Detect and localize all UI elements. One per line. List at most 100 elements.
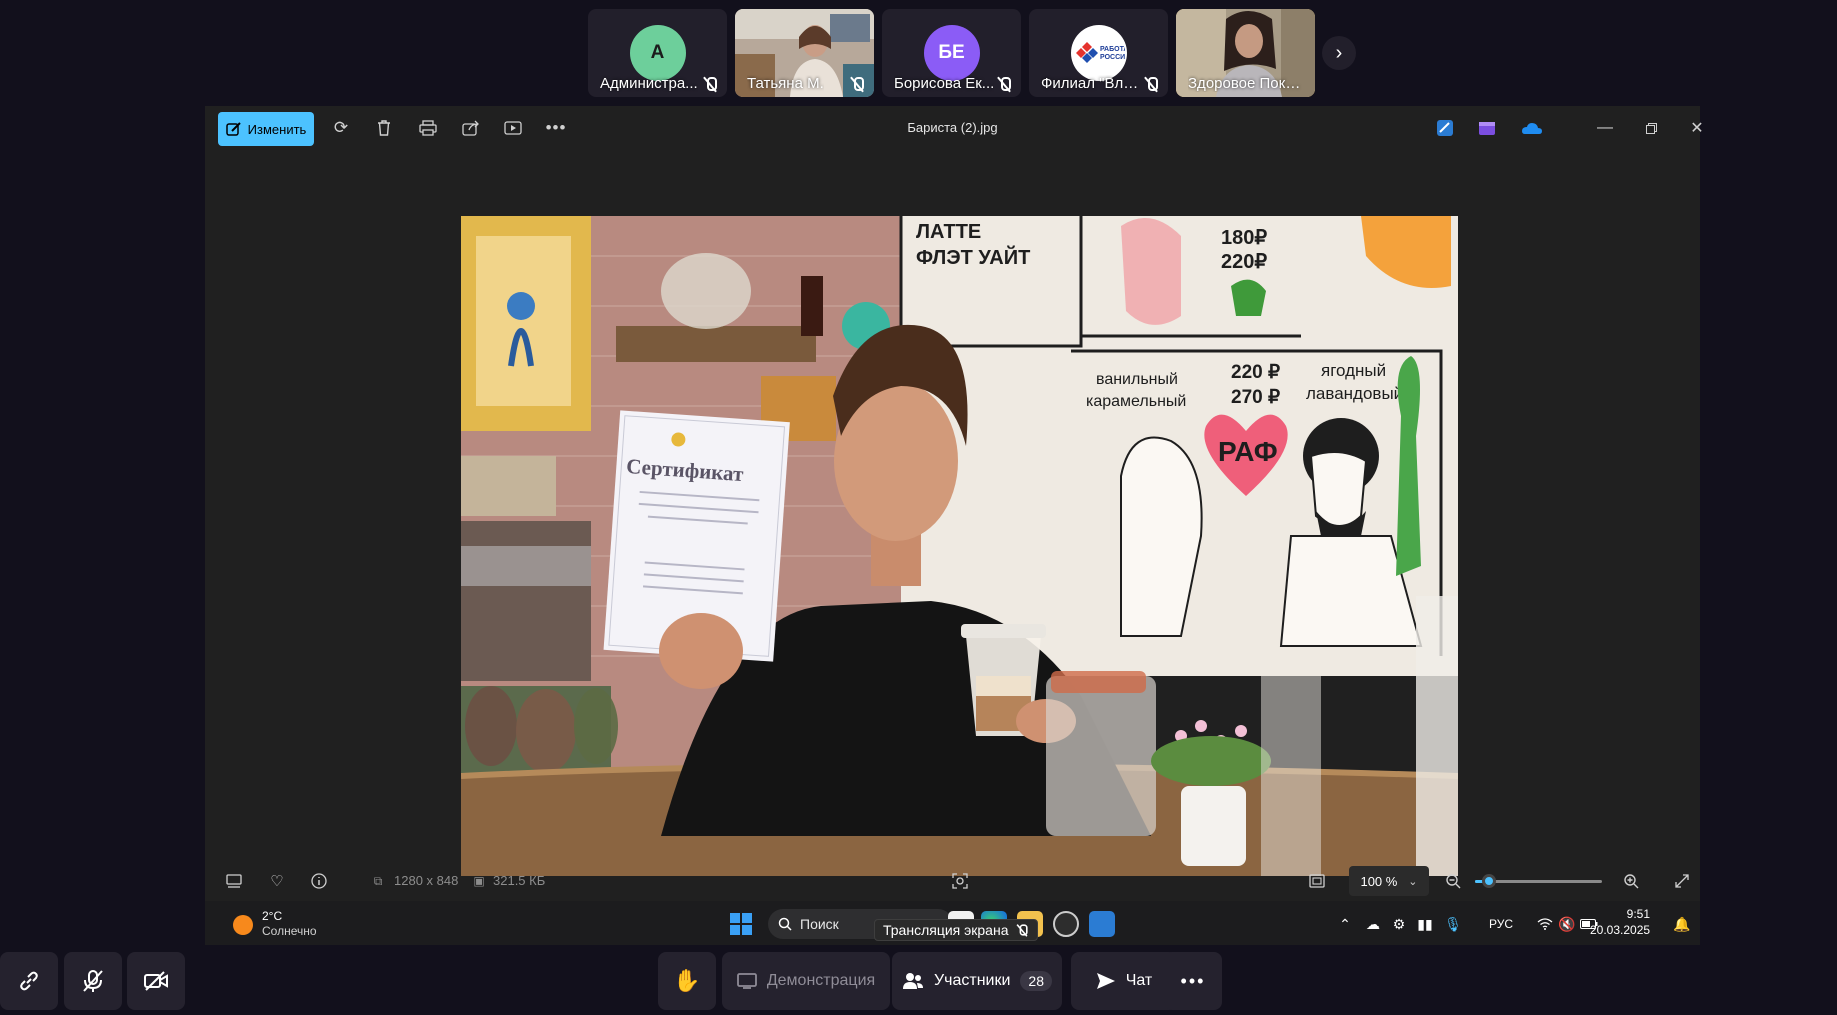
screen-share-button[interactable]: Демонстрация	[722, 952, 890, 1010]
participant-tile[interactable]: БЕ Борисова Ек...	[882, 9, 1021, 97]
windows-start-icon[interactable]	[730, 913, 752, 935]
zoom-in-icon[interactable]	[1620, 871, 1642, 891]
photos-app-icon[interactable]	[1089, 911, 1115, 937]
screen-share-label: Трансляция экрана	[883, 922, 1009, 938]
onedrive-tray-icon[interactable]: ☁	[1363, 914, 1383, 934]
microphone-icon[interactable]: 🎙	[1443, 914, 1463, 934]
svg-text:РОССИИ: РОССИИ	[1100, 54, 1125, 61]
file-size-icon: ▣	[473, 874, 485, 888]
maximize-button[interactable]	[1636, 116, 1666, 140]
microphone-toggle-button[interactable]	[64, 952, 122, 1010]
raise-hand-icon: ✋	[673, 968, 701, 993]
photos-window: Изменить ⟳ ••• Бариста (2).jpg — ✕ ЛАТТЕ…	[205, 106, 1704, 945]
input-language[interactable]: РУС	[1489, 917, 1513, 931]
zoom-out-icon[interactable]	[1442, 871, 1464, 891]
zoom-dropdown[interactable]: 100 % ⌄	[1349, 866, 1429, 896]
participant-name: Здоровое Поко...	[1188, 75, 1305, 92]
participants-icon	[902, 973, 923, 989]
zoom-value: 100 %	[1360, 873, 1398, 889]
participant-strip: А Администра... Татьяна М. БЕ Борисова Е…	[588, 9, 1315, 97]
participant-tile[interactable]: Татьяна М.	[735, 9, 874, 97]
chevron-down-icon: ⌄	[1408, 875, 1418, 888]
photo-viewport: ЛАТТЕ ФЛЭТ УАЙТ 180₽ 220₽ ванильный кара…	[205, 150, 1700, 876]
weather-sun-icon[interactable]	[233, 915, 253, 935]
search-placeholder: Поиск	[800, 916, 839, 932]
wall-text-raf: РАФ	[1218, 436, 1278, 467]
participant-name: Борисова Ек...	[894, 75, 995, 92]
participant-name: Администра...	[600, 75, 698, 92]
show-hidden-icons-icon[interactable]: ⌃	[1335, 914, 1355, 934]
clock-date[interactable]: 20.03.2025	[1590, 923, 1650, 937]
minimize-button[interactable]: —	[1590, 116, 1620, 140]
barista-photo: ЛАТТЕ ФЛЭТ УАЙТ 180₽ 220₽ ванильный кара…	[461, 216, 1458, 876]
send-icon	[1096, 973, 1115, 989]
dimensions-icon: ⧉	[373, 873, 383, 888]
zoom-slider-thumb[interactable]	[1481, 874, 1496, 888]
status-bar: ♡ ⧉ 1280 x 848 ▣ 321.5 КБ 100 % ⌄	[205, 861, 1700, 901]
obs-app-icon[interactable]	[1053, 911, 1079, 937]
video-editor-icon[interactable]	[1475, 116, 1499, 140]
wall-price-4: 270 ₽	[1231, 387, 1280, 408]
participant-tile-active[interactable]: Здоровое Поко...	[1176, 9, 1315, 97]
mic-off-icon	[997, 76, 1011, 92]
participants-button[interactable]: Участники 28	[892, 952, 1062, 1010]
favorite-icon[interactable]: ♡	[266, 871, 288, 891]
wall-text-berry: ягодный	[1321, 361, 1386, 380]
participant-name: Татьяна М.	[747, 75, 824, 92]
avatar: А	[629, 25, 686, 81]
screen-share-tooltip: Трансляция экрана	[874, 919, 1038, 941]
wall-price-3: 220 ₽	[1231, 362, 1280, 383]
filmstrip-icon[interactable]	[223, 871, 245, 891]
camera-off-icon	[144, 971, 168, 991]
participant-name: Филиал "Вла...	[1041, 75, 1145, 92]
mic-off-icon	[850, 76, 864, 92]
chat-button[interactable]: Чат	[1071, 952, 1177, 1010]
avatar: БЕ	[923, 25, 980, 81]
camera-toggle-button[interactable]	[127, 952, 185, 1010]
wall-price-1: 180₽	[1221, 227, 1267, 249]
weather-temperature: 2°C	[262, 909, 283, 923]
link-icon	[20, 971, 38, 991]
visual-search-icon[interactable]	[949, 871, 971, 891]
weather-description: Солнечно	[262, 924, 317, 938]
performance-icon[interactable]: ▮▮	[1415, 914, 1435, 934]
close-button[interactable]: ✕	[1682, 116, 1712, 140]
screen-share-button-label: Демонстрация	[766, 972, 876, 989]
rabota-rossii-logo: РАБОТА РОССИИ	[1070, 25, 1127, 81]
title-bar: Изменить ⟳ ••• Бариста (2).jpg — ✕	[205, 106, 1704, 150]
svg-text:РАБОТА: РАБОТА	[1100, 46, 1125, 53]
settings-sliders-icon[interactable]: ⚙	[1389, 914, 1409, 934]
wall-text-caramel: карамельный	[1086, 393, 1186, 410]
onedrive-icon[interactable]	[1519, 116, 1543, 140]
clipchamp-icon[interactable]	[1433, 116, 1457, 140]
wall-price-2: 220₽	[1221, 251, 1267, 273]
wifi-icon[interactable]	[1535, 914, 1555, 934]
copy-link-button[interactable]	[0, 952, 58, 1010]
wall-text-flat-white: ФЛЭТ УАЙТ	[916, 245, 1030, 269]
clock-time[interactable]: 9:51	[1590, 907, 1650, 921]
search-icon	[778, 917, 792, 931]
windows-taskbar: 2°C Солнечно Поиск Трансляция экрана ⌃ ☁…	[205, 901, 1700, 945]
mic-off-icon	[1016, 924, 1028, 937]
participant-tile[interactable]: А Администра...	[588, 9, 727, 97]
fit-to-window-icon[interactable]	[1306, 871, 1328, 891]
file-size: 321.5 КБ	[493, 873, 546, 888]
zoom-slider[interactable]	[1475, 874, 1602, 888]
wall-text-vanilla: ванильный	[1096, 371, 1178, 388]
participant-tile[interactable]: РАБОТА РОССИИ Филиал "Вла...	[1029, 9, 1168, 97]
screen-share-icon	[736, 973, 757, 989]
notifications-icon[interactable]: 🔔	[1672, 914, 1692, 934]
mic-muted-icon	[83, 970, 103, 992]
wall-text-lavender: лавандовый	[1306, 384, 1403, 403]
wall-text-latte: ЛАТТЕ	[916, 221, 981, 243]
raise-hand-button[interactable]: ✋	[658, 952, 716, 1010]
image-dimensions: 1280 x 848	[394, 873, 459, 888]
next-participants-button[interactable]: ›	[1322, 36, 1356, 70]
info-icon[interactable]	[308, 871, 330, 891]
more-actions-button[interactable]: •••	[1164, 952, 1222, 1010]
participants-label: Участники	[933, 972, 1011, 989]
fullscreen-icon[interactable]	[1671, 871, 1693, 891]
volume-muted-icon[interactable]: 🔇	[1557, 914, 1577, 934]
mic-off-icon	[703, 76, 717, 92]
participants-count: 28	[1020, 971, 1052, 991]
